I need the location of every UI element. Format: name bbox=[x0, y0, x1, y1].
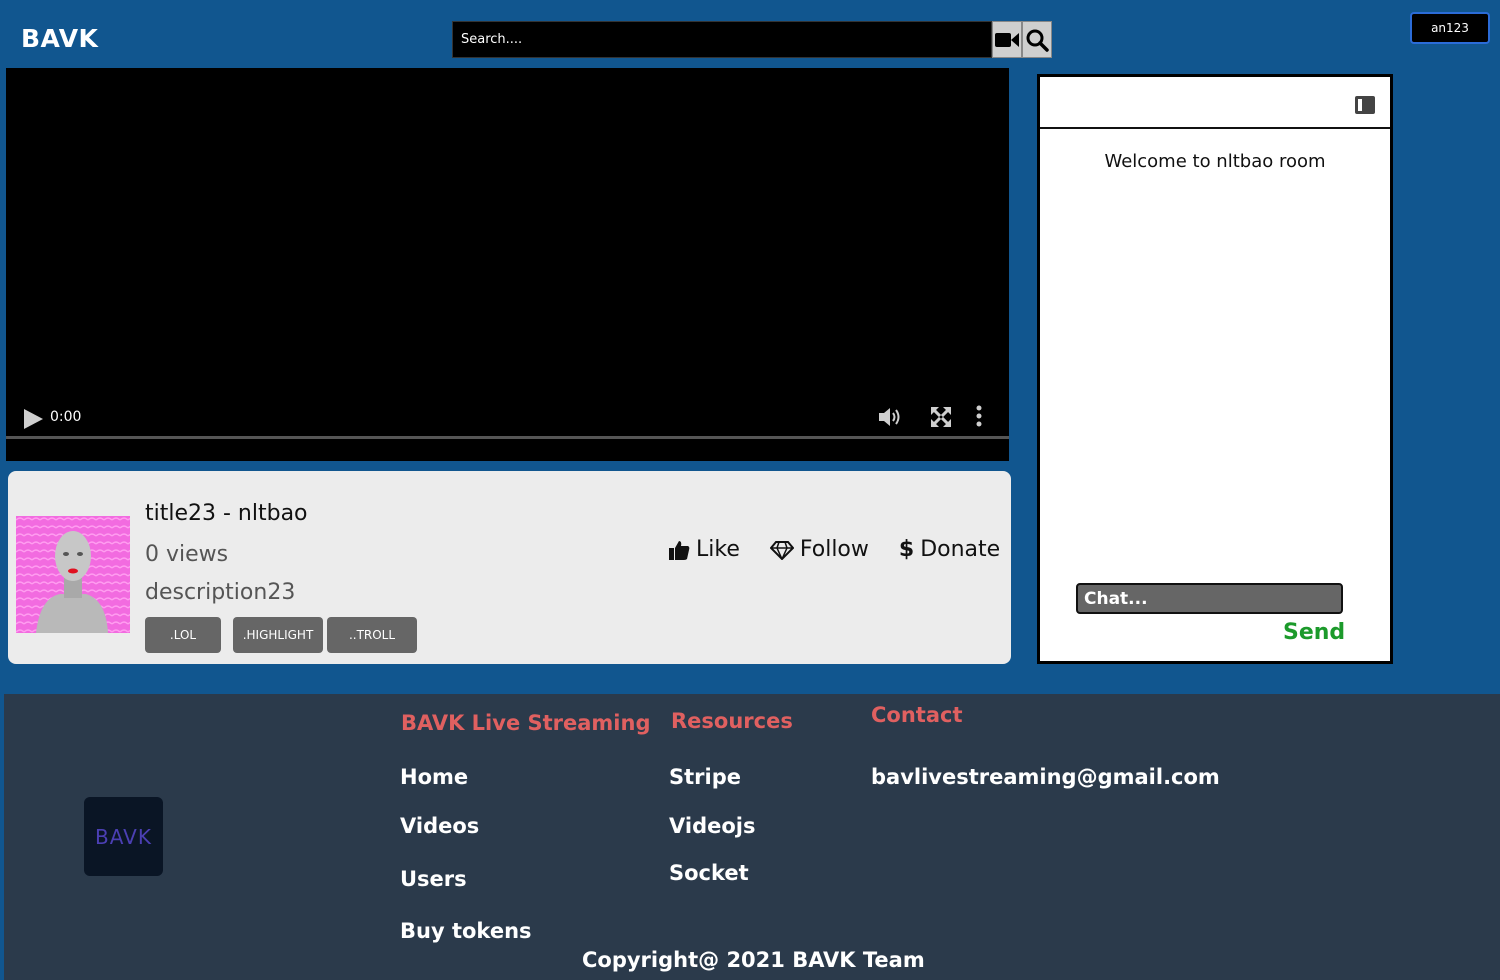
footer-link-stripe[interactable]: Stripe bbox=[669, 765, 741, 789]
follow-label: Follow bbox=[799, 537, 869, 562]
search-button[interactable] bbox=[1022, 21, 1052, 58]
footer-link-buy-tokens[interactable]: Buy tokens bbox=[400, 919, 532, 943]
donate-button[interactable]: $ Donate bbox=[899, 537, 1000, 562]
donate-label: Donate bbox=[920, 537, 1001, 562]
search-icon bbox=[1026, 29, 1049, 52]
footer-link-videojs[interactable]: Videojs bbox=[669, 814, 755, 838]
chat-header bbox=[1040, 77, 1390, 129]
like-button[interactable]: Like bbox=[668, 537, 740, 562]
tag-highlight[interactable]: .HIGHLIGHT bbox=[233, 617, 323, 653]
footer-heading-resources: Resources bbox=[671, 709, 793, 733]
send-button[interactable]: Send bbox=[1283, 620, 1345, 645]
tag-lol[interactable]: .LOL bbox=[145, 617, 221, 653]
footer-link-users[interactable]: Users bbox=[400, 867, 467, 891]
footer-contact-email[interactable]: bavlivestreaming@gmail.com bbox=[871, 765, 1220, 789]
streamer-avatar[interactable] bbox=[16, 516, 130, 633]
search-bar bbox=[452, 21, 1052, 58]
chat-input[interactable] bbox=[1076, 583, 1343, 614]
footer-link-home[interactable]: Home bbox=[400, 765, 468, 789]
tag-troll[interactable]: ..TROLL bbox=[327, 617, 417, 653]
footer-heading-contact: Contact bbox=[871, 703, 963, 727]
footer-link-videos[interactable]: Videos bbox=[400, 814, 479, 838]
panel-toggle-icon[interactable] bbox=[1354, 95, 1376, 115]
play-icon[interactable] bbox=[22, 408, 44, 430]
view-count: 0 views bbox=[145, 542, 229, 567]
stream-description: description23 bbox=[145, 580, 296, 605]
stream-info-card: title23 - nltbao 0 views description23 .… bbox=[8, 471, 1011, 664]
footer-logo[interactable]: BAVK bbox=[84, 797, 163, 876]
search-input[interactable] bbox=[452, 21, 992, 58]
thumbs-up-icon bbox=[669, 540, 690, 560]
user-menu-button[interactable]: an123 bbox=[1410, 12, 1490, 44]
volume-icon[interactable] bbox=[878, 405, 904, 429]
chat-welcome-message: Welcome to nltbao room bbox=[1104, 151, 1326, 172]
stream-title: title23 - nltbao bbox=[145, 501, 308, 526]
app-logo[interactable]: BAVK bbox=[21, 24, 98, 53]
copyright: Copyright@ 2021 BAVK Team bbox=[582, 948, 925, 972]
video-controls: 0:00 bbox=[6, 397, 1009, 437]
tag-list: .LOL .HIGHLIGHT ..TROLL bbox=[145, 617, 417, 653]
footer-link-socket[interactable]: Socket bbox=[669, 861, 749, 885]
video-time: 0:00 bbox=[50, 409, 82, 425]
video-progress-bar[interactable] bbox=[6, 436, 1009, 439]
like-label: Like bbox=[696, 537, 740, 562]
footer: BAVK BAVK Live Streaming Home Videos Use… bbox=[4, 694, 1500, 980]
footer-heading-brand: BAVK Live Streaming bbox=[401, 711, 651, 735]
video-camera-icon bbox=[995, 32, 1019, 47]
fullscreen-icon[interactable] bbox=[930, 406, 952, 428]
go-live-button[interactable] bbox=[992, 21, 1022, 58]
more-vertical-icon[interactable] bbox=[974, 405, 984, 427]
dollar-icon: $ bbox=[898, 537, 915, 562]
chat-panel: Welcome to nltbao room Send bbox=[1037, 74, 1393, 664]
stream-actions: Like Follow $ Donate bbox=[668, 537, 1000, 562]
video-player[interactable]: 0:00 bbox=[6, 68, 1009, 461]
diamond-icon bbox=[769, 540, 794, 560]
follow-button[interactable]: Follow bbox=[769, 537, 869, 562]
